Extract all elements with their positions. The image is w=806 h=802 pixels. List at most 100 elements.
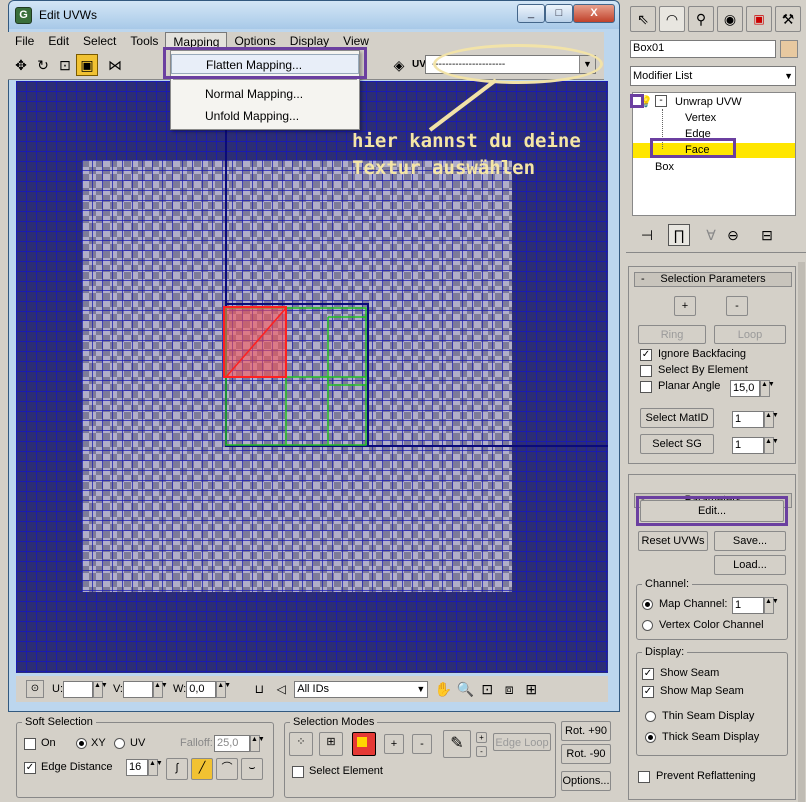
paint-size-down-button[interactable]: - bbox=[476, 746, 487, 757]
falloff-slow-out-button[interactable]: ⌒ bbox=[216, 758, 238, 780]
grid-snap-icon[interactable]: ⊞ bbox=[520, 678, 542, 700]
thick-seam-radio[interactable] bbox=[645, 732, 656, 743]
prevent-reflattening-checkbox[interactable] bbox=[638, 771, 650, 783]
checker-map-icon[interactable]: ◈ bbox=[388, 54, 410, 76]
selection-parameters-header[interactable]: - Selection Parameters bbox=[634, 272, 792, 287]
grow-button[interactable]: + bbox=[674, 296, 696, 316]
freeform-icon[interactable]: ▣ bbox=[76, 53, 98, 76]
select-matid-field[interactable]: 1 bbox=[732, 411, 764, 428]
loop-button[interactable]: Loop bbox=[714, 325, 786, 344]
menu-file[interactable]: File bbox=[8, 32, 41, 50]
zoom-region-icon[interactable]: ⊡ bbox=[476, 678, 498, 700]
select-by-element-checkbox[interactable] bbox=[640, 365, 652, 377]
w-spinner[interactable]: ▲▼ bbox=[216, 680, 231, 698]
utilities-tab-icon[interactable]: ⚒ bbox=[775, 6, 801, 32]
lock-icon[interactable]: ⊔ bbox=[248, 678, 270, 700]
edge-distance-spinner[interactable]: ▲▼ bbox=[148, 759, 163, 776]
collapse-icon[interactable]: - bbox=[655, 95, 667, 107]
falloff-smooth-button[interactable]: ∫ bbox=[166, 758, 188, 780]
vertex-mode-button[interactable]: ⁘ bbox=[289, 732, 313, 756]
shrink-button[interactable]: - bbox=[726, 296, 748, 316]
minimize-button[interactable]: _ bbox=[517, 4, 545, 23]
v-field[interactable] bbox=[123, 680, 153, 698]
menu-tools[interactable]: Tools bbox=[123, 32, 165, 50]
load-button[interactable]: Load... bbox=[714, 555, 786, 575]
planar-angle-field[interactable]: 15,0 bbox=[730, 380, 760, 397]
remove-modifier-icon[interactable]: ⊖ bbox=[722, 224, 744, 246]
planar-angle-spinner[interactable]: ▲▼ bbox=[760, 380, 775, 397]
falloff-field[interactable]: 25,0 bbox=[214, 735, 250, 752]
thin-seam-radio[interactable] bbox=[645, 711, 656, 722]
options-button[interactable]: Options... bbox=[561, 771, 611, 791]
maximize-button[interactable]: □ bbox=[545, 4, 573, 23]
rotate-plus-90-button[interactable]: Rot. +90 bbox=[561, 721, 611, 741]
u-spinner[interactable]: ▲▼ bbox=[93, 680, 108, 698]
stack-item-vertex[interactable]: Vertex bbox=[685, 112, 716, 124]
edge-distance-field[interactable]: 16 bbox=[126, 759, 148, 776]
u-field[interactable] bbox=[63, 680, 93, 698]
rotate-icon[interactable]: ↻ bbox=[32, 54, 54, 76]
object-color-swatch[interactable] bbox=[780, 40, 798, 58]
close-button[interactable]: X bbox=[573, 4, 615, 23]
show-map-seam-checkbox[interactable]: ✓ bbox=[642, 686, 654, 698]
reset-uvws-button[interactable]: Reset UVWs bbox=[638, 531, 708, 551]
map-channel-radio[interactable] bbox=[642, 599, 653, 610]
configure-sets-icon[interactable]: ⊟ bbox=[756, 224, 778, 246]
title-bar[interactable]: G Edit UVWs _ □ X bbox=[9, 1, 619, 29]
hide-icon[interactable]: ◁ bbox=[270, 678, 292, 700]
rotate-minus-90-button[interactable]: Rot. -90 bbox=[561, 744, 611, 764]
stack-item-box[interactable]: Box bbox=[655, 161, 674, 173]
mirror-icon[interactable]: ⋈ bbox=[104, 54, 126, 76]
display-tab-icon[interactable]: ▣ bbox=[746, 6, 772, 32]
select-sg-field[interactable]: 1 bbox=[732, 437, 764, 454]
menu-item-unfold-mapping[interactable]: Unfold Mapping... bbox=[171, 106, 359, 126]
save-button[interactable]: Save... bbox=[714, 531, 786, 551]
select-sg-spinner[interactable]: ▲▼ bbox=[764, 437, 779, 454]
scale-icon[interactable]: ⊡ bbox=[54, 54, 76, 76]
modify-tab-icon[interactable]: ◠ bbox=[659, 6, 685, 32]
modifier-list-dropdown[interactable]: Modifier List ▼ bbox=[630, 66, 796, 86]
pan-icon[interactable]: ✋ bbox=[432, 678, 454, 700]
planar-angle-checkbox[interactable] bbox=[640, 381, 652, 393]
edge-loop-button[interactable]: Edge Loop bbox=[493, 733, 551, 751]
paint-size-up-button[interactable]: + bbox=[476, 732, 487, 743]
falloff-fast-out-button[interactable]: ⌣ bbox=[241, 758, 263, 780]
menu-select[interactable]: Select bbox=[76, 32, 123, 50]
shrink-selection-button[interactable]: - bbox=[412, 734, 432, 754]
falloff-spinner[interactable]: ▲▼ bbox=[250, 735, 265, 752]
select-element-checkbox[interactable] bbox=[292, 766, 304, 778]
map-channel-spinner[interactable]: ▲▼ bbox=[764, 597, 779, 614]
zoom-extents-icon[interactable]: ⧈ bbox=[498, 678, 520, 700]
ring-button[interactable]: Ring bbox=[638, 325, 706, 344]
object-name-field[interactable]: Box01 bbox=[630, 40, 776, 58]
select-matid-button[interactable]: Select MatID bbox=[640, 408, 714, 428]
paint-select-icon[interactable]: ✎ bbox=[443, 730, 471, 758]
face-mode-button[interactable] bbox=[352, 732, 376, 756]
edge-distance-checkbox[interactable]: ✓ bbox=[24, 762, 36, 774]
stack-item-unwrap-uvw[interactable]: Unwrap UVW bbox=[675, 96, 742, 108]
pin-stack-icon[interactable]: ⊣ bbox=[636, 224, 658, 246]
uv-radio[interactable] bbox=[114, 738, 125, 749]
hierarchy-tab-icon[interactable]: ⚲ bbox=[688, 6, 714, 32]
zoom-icon[interactable]: 🔍 bbox=[454, 678, 476, 700]
show-end-result-icon[interactable]: ∏ bbox=[668, 224, 690, 246]
edge-mode-button[interactable]: ⊞ bbox=[319, 732, 343, 756]
falloff-linear-button[interactable]: ╱ bbox=[191, 758, 213, 780]
select-sg-button[interactable]: Select SG bbox=[640, 434, 714, 454]
motion-tab-icon[interactable]: ◉ bbox=[717, 6, 743, 32]
grow-selection-button[interactable]: + bbox=[384, 734, 404, 754]
soft-selection-on-checkbox[interactable] bbox=[24, 738, 36, 750]
move-icon[interactable]: ✥ bbox=[10, 54, 32, 76]
create-tab-icon[interactable]: ⇖ bbox=[630, 6, 656, 32]
w-field[interactable]: 0,0 bbox=[186, 680, 217, 698]
absolute-offset-icon[interactable]: ⊙ bbox=[26, 680, 44, 698]
ignore-backfacing-checkbox[interactable]: ✓ bbox=[640, 349, 652, 361]
select-matid-spinner[interactable]: ▲▼ bbox=[764, 411, 779, 428]
xy-radio[interactable] bbox=[76, 738, 87, 749]
show-seam-checkbox[interactable]: ✓ bbox=[642, 668, 654, 680]
make-unique-icon[interactable]: ∀ bbox=[700, 224, 722, 246]
ids-dropdown[interactable]: All IDs ▼ bbox=[294, 680, 429, 698]
menu-edit[interactable]: Edit bbox=[41, 32, 76, 50]
command-panel-scrollbar[interactable] bbox=[798, 262, 805, 802]
v-spinner[interactable]: ▲▼ bbox=[153, 680, 168, 698]
